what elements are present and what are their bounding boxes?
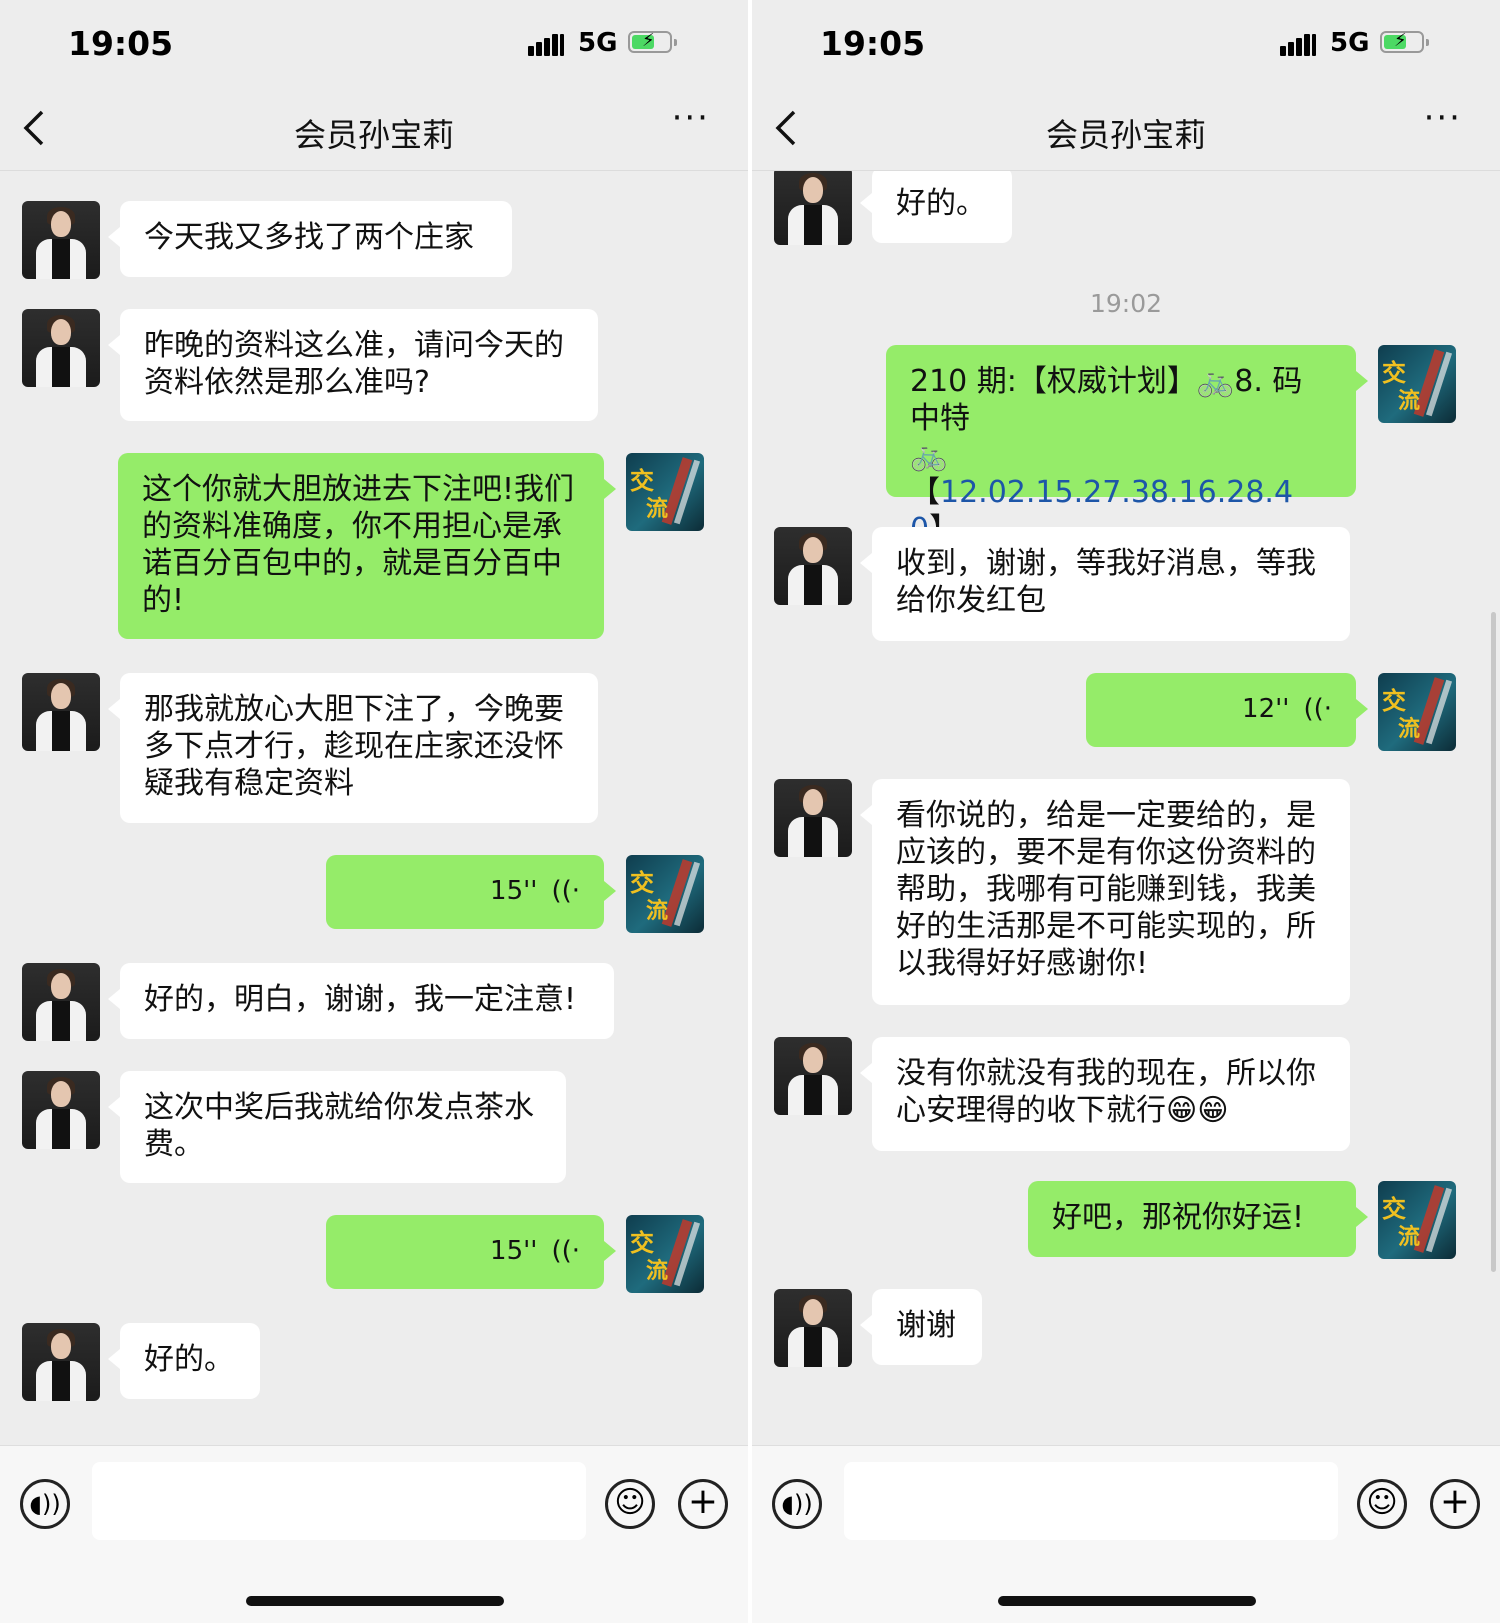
contact-avatar[interactable] [774,1289,852,1367]
voice-message-bubble[interactable]: 15'' ((· [326,855,616,929]
contact-avatar[interactable] [774,1037,852,1115]
message-bubble[interactable]: 没有你就没有我的现在，所以你心安理得的收下就行😁😁 [860,1037,1350,1151]
contact-avatar[interactable] [22,673,100,751]
contact-avatar[interactable] [774,779,852,857]
status-time: 19:05 [68,24,174,63]
message-bubble[interactable]: 这次中奖后我就给你发点茶水费。 [108,1071,566,1183]
status-bar: 19:05 5G ⚡ [0,0,748,90]
emoji-smile-icon[interactable]: ☺ [605,1479,655,1529]
nav-bar: 会员孙宝莉 ··· [0,90,748,171]
scrollbar[interactable] [1491,612,1496,1272]
network-type: 5G [578,28,618,58]
bracket-open: 【 [910,475,940,510]
plus-icon[interactable]: + [1430,1479,1480,1529]
message-input[interactable] [844,1462,1338,1540]
message-bubble[interactable]: 好的。 [860,171,1012,243]
message-bubble[interactable]: 今天我又多找了两个庄家 [108,201,512,277]
my-avatar[interactable]: 交流 [1378,345,1456,423]
more-options-icon[interactable]: ··· [672,98,710,138]
contact-avatar[interactable] [22,1323,100,1401]
more-options-icon[interactable]: ··· [1424,98,1462,138]
voice-duration: 15'' [490,1236,538,1266]
input-bar: ◖)) ☺ + [0,1445,748,1623]
voice-wave-icon: ((· [1303,694,1332,724]
message-bubble[interactable]: 这个你就大胆放进去下注吧!我们的资料准确度，你不用担心是承诺百分百包中的，就是百… [118,453,616,639]
battery-icon: ⚡ [1380,30,1429,53]
chat-title: 会员孙宝莉 [293,116,454,154]
voice-message-bubble[interactable]: 12'' ((· [1086,673,1368,747]
voice-glyph: ◖)) [29,1490,61,1518]
message-text: 210 期:【权威计划】🚲8. 码中特 [910,364,1303,436]
signal-icon [528,32,566,56]
voice-message-bubble[interactable]: 15'' ((· [326,1215,616,1289]
contact-avatar[interactable] [22,963,100,1041]
my-avatar[interactable]: 交流 [1378,673,1456,751]
message-list[interactable]: 今天我又多找了两个庄家 昨晚的资料这么准，请问今天的资料依然是那么准吗? 这个你… [0,171,748,1445]
bike-emoji: 🚲 [910,438,948,473]
emoji-smile-icon[interactable]: ☺ [1357,1479,1407,1529]
message-input[interactable] [92,1462,586,1540]
message-bubble[interactable]: 好的，明白，谢谢，我一定注意! [108,963,614,1039]
message-bubble[interactable]: 好吧，那祝你好运! [1028,1181,1368,1257]
input-bar: ◖)) ☺ + [752,1445,1500,1623]
voice-glyph: ◖)) [781,1490,813,1518]
signal-icon [1280,32,1318,56]
my-avatar[interactable]: 交流 [626,1215,704,1293]
status-bar: 19:05 5G ⚡ [752,0,1500,90]
message-bubble[interactable]: 好的。 [108,1323,260,1399]
my-avatar[interactable]: 交流 [1378,1181,1456,1259]
timestamp: 19:02 [1089,289,1163,318]
message-bubble[interactable]: 看你说的，给是一定要给的，是应该的，要不是有你这份资料的帮助，我哪有可能赚到钱，… [860,779,1350,1005]
emoji-glyph: ☺ [1366,1485,1398,1520]
emoji-glyph: ☺ [614,1485,646,1520]
message-list[interactable]: 好的。 19:02 210 期:【权威计划】🚲8. 码中特 🚲 【12.02.1… [752,171,1500,1445]
message-bubble[interactable]: 收到，谢谢，等我好消息，等我给你发红包 [860,527,1350,641]
plus-glyph: + [687,1481,719,1522]
home-indicator[interactable] [246,1596,504,1606]
chat-screen-left: 19:05 5G ⚡ 会员孙宝莉 ··· 今天我又多找了两个庄家 昨晚的资料这么… [0,0,748,1623]
plus-icon[interactable]: + [678,1479,728,1529]
battery-icon: ⚡ [628,30,677,53]
contact-avatar[interactable] [22,309,100,387]
voice-input-icon[interactable]: ◖)) [772,1479,822,1529]
voice-wave-icon: ((· [551,1236,580,1266]
nav-bar: 会员孙宝莉 ··· [752,90,1500,171]
message-bubble[interactable]: 那我就放心大胆下注了，今晚要多下点才行，趁现在庄家还没怀疑我有稳定资料 [108,673,598,823]
voice-duration: 15'' [490,876,538,906]
plus-glyph: + [1439,1481,1471,1522]
chat-screen-right: 19:05 5G ⚡ 会员孙宝莉 ··· 好的。 19:02 210 期:【权威… [752,0,1500,1623]
contact-avatar[interactable] [774,527,852,605]
contact-avatar[interactable] [774,171,852,245]
my-avatar[interactable]: 交流 [626,855,704,933]
contact-avatar[interactable] [22,201,100,279]
home-indicator[interactable] [998,1596,1256,1606]
status-time: 19:05 [820,24,926,63]
network-type: 5G [1330,28,1370,58]
voice-wave-icon: ((· [551,876,580,906]
my-avatar[interactable]: 交流 [626,453,704,531]
message-bubble[interactable]: 昨晚的资料这么准，请问今天的资料依然是那么准吗? [108,309,598,421]
chat-title: 会员孙宝莉 [1045,116,1206,154]
voice-input-icon[interactable]: ◖)) [20,1479,70,1529]
message-bubble[interactable]: 谢谢 [860,1289,982,1365]
contact-avatar[interactable] [22,1071,100,1149]
message-bubble[interactable]: 210 期:【权威计划】🚲8. 码中特 🚲 【12.02.15.27.38.16… [886,345,1368,547]
voice-duration: 12'' [1242,694,1290,724]
